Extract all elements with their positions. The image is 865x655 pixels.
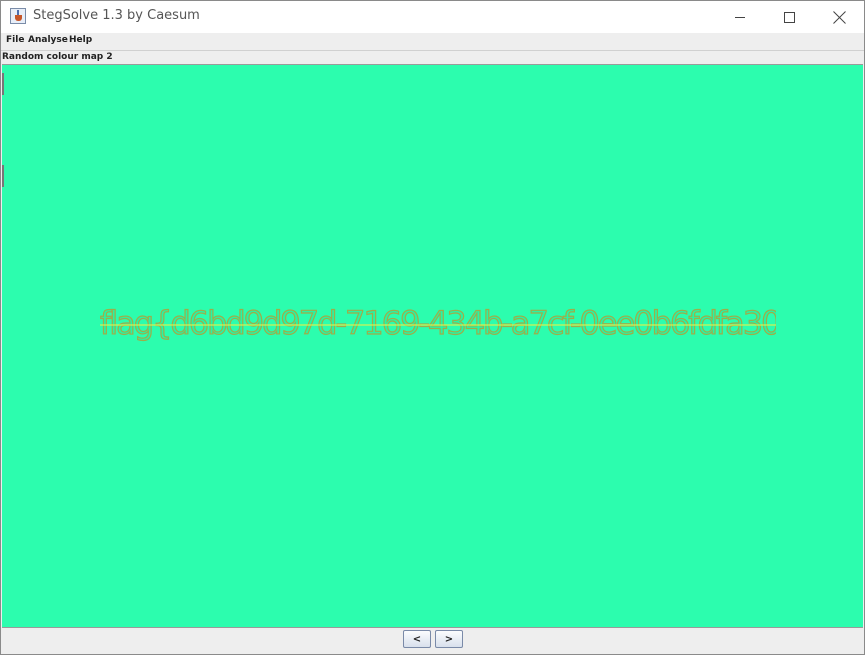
minimize-button[interactable] [717, 1, 763, 33]
image-view[interactable]: flag{d6bd9d97d-7169-434b-a7cf-0ee0b6fdfa… [2, 64, 863, 628]
close-icon [833, 11, 846, 24]
menu-file[interactable]: File [6, 35, 24, 45]
stegsolve-window: StegSolve 1.3 by Caesum File Analyse Hel… [0, 0, 865, 655]
previous-button[interactable]: < [403, 630, 431, 648]
title-bar[interactable]: StegSolve 1.3 by Caesum [1, 1, 864, 33]
java-app-icon[interactable] [10, 8, 26, 24]
app-icon-cup [15, 15, 22, 21]
scroll-tick [2, 165, 4, 187]
navigation-bar: < > [1, 628, 864, 654]
minimize-icon [735, 16, 745, 18]
menu-analyse[interactable]: Analyse [28, 35, 68, 45]
window-title: StegSolve 1.3 by Caesum [33, 8, 200, 23]
maximize-button[interactable] [766, 1, 812, 33]
hidden-flag-text: flag{d6bd9d97d-7169-434b-a7cf-0ee0b6fdfa… [100, 305, 776, 345]
close-button[interactable] [816, 1, 862, 33]
next-button[interactable]: > [435, 630, 463, 648]
scroll-tick [2, 73, 4, 95]
view-mode-label: Random colour map 2 [2, 52, 113, 62]
menu-help[interactable]: Help [69, 35, 92, 45]
menu-bar: File Analyse Help [1, 33, 864, 51]
maximize-icon [783, 11, 795, 23]
